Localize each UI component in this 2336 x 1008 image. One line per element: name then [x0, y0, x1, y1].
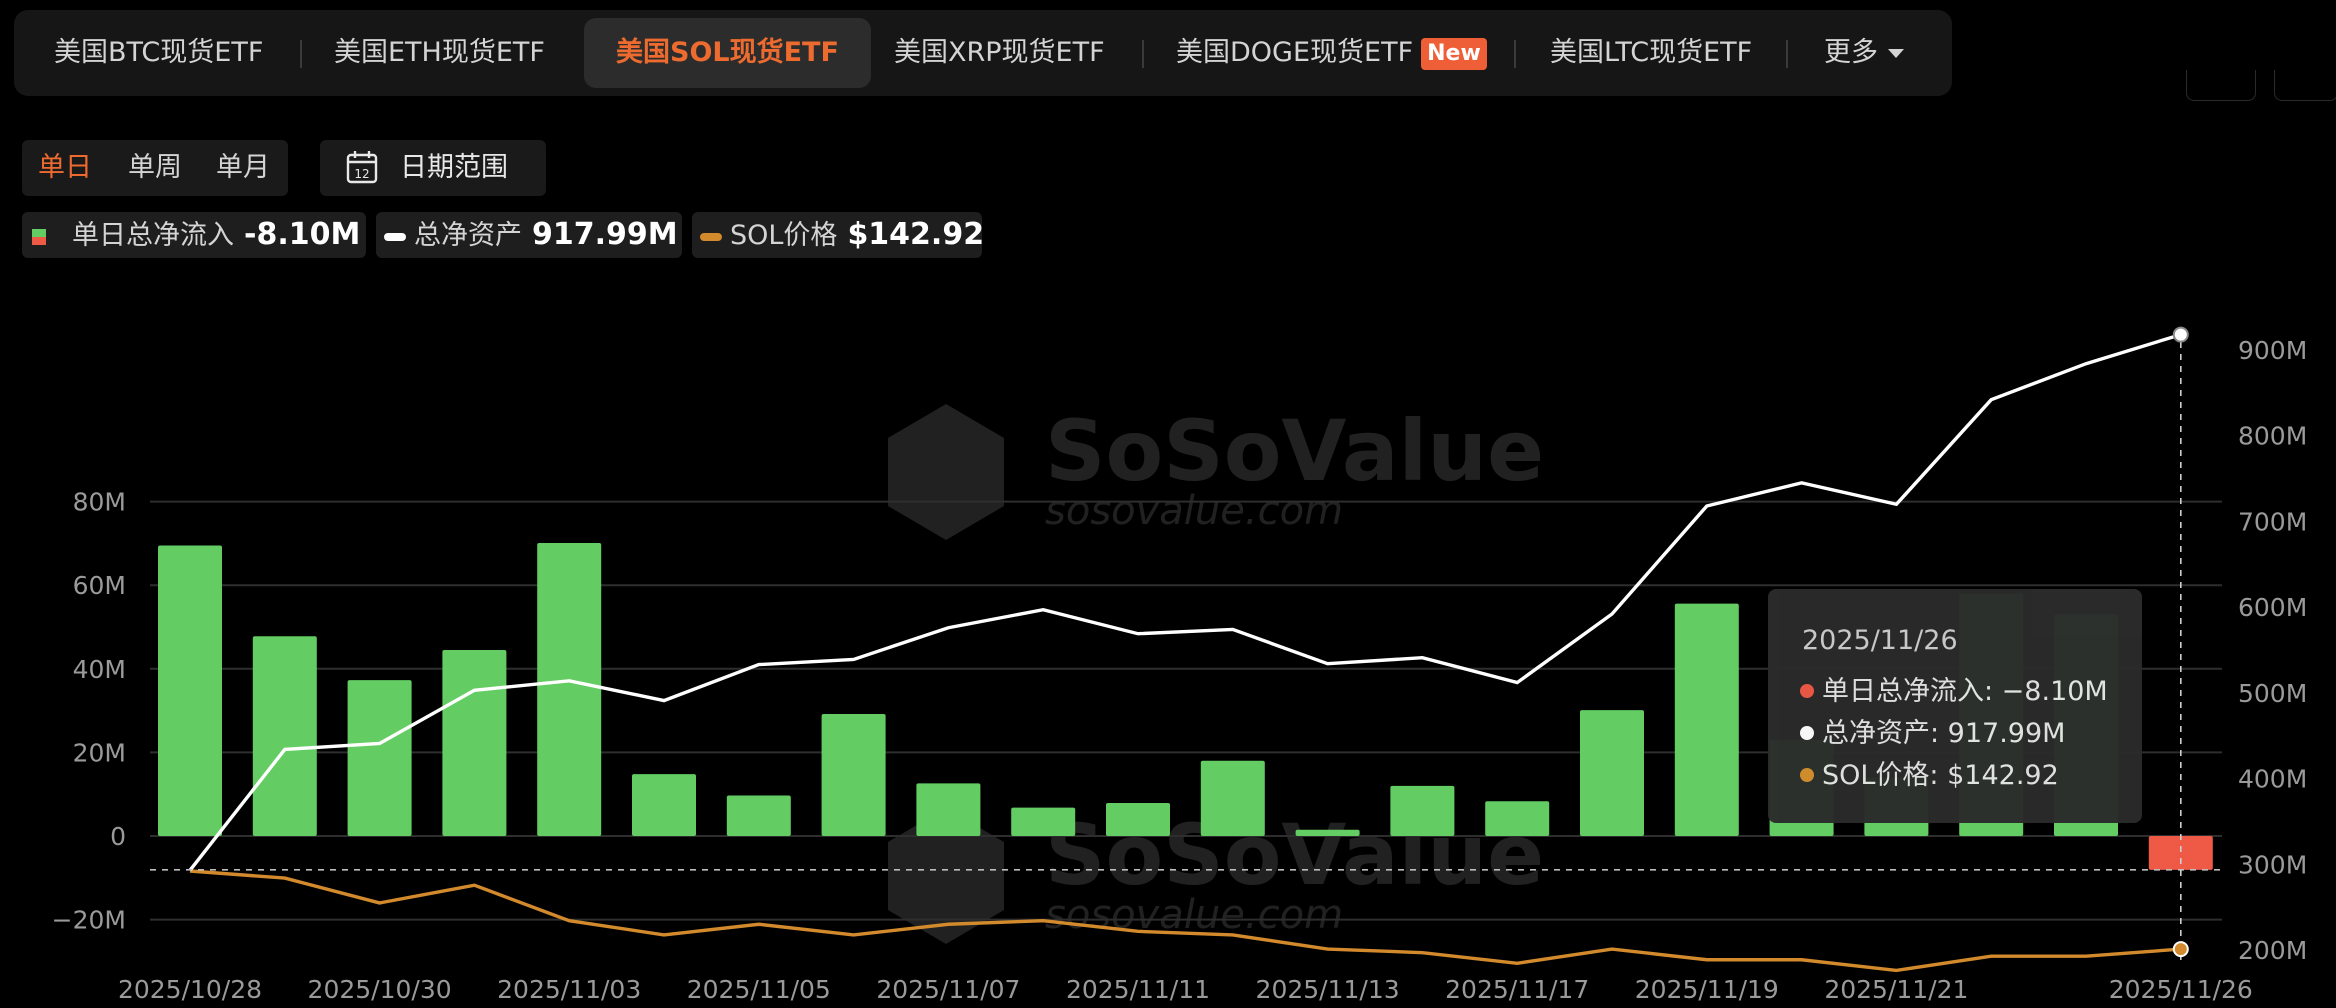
white-dot-icon [1800, 725, 1814, 740]
watermark-url: sosovalue.com [1045, 892, 1343, 938]
tooltip-price: SOL价格: $142.92 [1800, 753, 2059, 792]
inflow-bar [1580, 710, 1644, 836]
watermark: SoSoValuesosovalue.comSoSoValuesosovalue… [888, 402, 1544, 944]
tooltip-inflow-text: 单日总净流入: −8.10M [1822, 676, 2108, 707]
x-axis-tick: 2025/10/30 [308, 975, 452, 1004]
inflow-bar [1390, 785, 1455, 836]
x-axis-tick: 2025/11/03 [497, 975, 641, 1004]
right-axis-tick: 700M [2238, 507, 2307, 536]
right-axis-tick: 600M [2238, 593, 2307, 622]
x-axis-tick: 2025/11/07 [876, 975, 1020, 1004]
inflow-bar [158, 545, 222, 836]
price-marker [2172, 941, 2189, 958]
tooltip-price-text: SOL价格: $142.92 [1822, 760, 2059, 791]
watermark-brand: SoSoValue [1045, 402, 1544, 500]
inflow-bar [2148, 836, 2213, 870]
x-axis-tick: 2025/11/11 [1066, 975, 1210, 1004]
inflow-bar [1106, 802, 1170, 836]
etf-flow-chart: SoSoValuesosovalue.comSoSoValuesosovalue… [52, 326, 2307, 1004]
x-axis-tick: 2025/11/26 [2109, 975, 2253, 1004]
inflow-bar [1200, 760, 1265, 836]
inflow-bar [1295, 829, 1360, 836]
watermark-url: sosovalue.com [1045, 488, 1343, 534]
inflow-bar [726, 795, 791, 836]
left-axis-tick: 80M [73, 488, 126, 517]
inflow-bar [916, 783, 981, 836]
chart-tooltip: 2025/11/26 单日总净流入: −8.10M 总净资产: 917.99M … [1768, 589, 2142, 823]
inflow-bar [1674, 603, 1739, 836]
watermark-logo-icon [888, 404, 1004, 540]
x-axis-tick: 2025/11/19 [1635, 975, 1779, 1004]
tooltip-assets-text: 总净资产: 917.99M [1822, 718, 2066, 749]
inflow-bar [1485, 801, 1550, 836]
right-axis-tick: 800M [2238, 422, 2307, 451]
x-axis-tick: 2025/11/05 [687, 975, 831, 1004]
inflow-bar [537, 542, 602, 836]
left-axis-tick: 60M [73, 571, 126, 600]
inflow-bar [821, 713, 886, 836]
right-axis-tick: 400M [2238, 765, 2307, 794]
right-axis-tick: 500M [2238, 679, 2307, 708]
watermark-copy: SoSoValuesosovalue.com [888, 402, 1544, 540]
red-dot-icon [1800, 683, 1814, 698]
asset-marker [2172, 326, 2189, 343]
x-axis-tick: 2025/11/21 [1824, 975, 1968, 1004]
right-axis-tick: 300M [2238, 850, 2307, 879]
left-axis-tick: 20M [73, 738, 126, 767]
left-axis-tick: 0 [110, 822, 126, 851]
inflow-bar [347, 680, 412, 836]
inflow-bar [252, 636, 317, 836]
right-axis-tick: 900M [2238, 336, 2307, 365]
x-axis-tick: 2025/10/28 [118, 975, 262, 1004]
x-axis-tick: 2025/11/17 [1445, 975, 1589, 1004]
inflow-bar [442, 649, 507, 836]
right-axis-tick: 200M [2238, 936, 2307, 965]
tooltip-assets: 总净资产: 917.99M [1800, 711, 2065, 750]
tooltip-date: 2025/11/26 [1802, 625, 1958, 656]
left-axis-tick: −20M [52, 906, 126, 935]
inflow-bar [1011, 807, 1076, 836]
x-axis-tick: 2025/11/13 [1256, 975, 1400, 1004]
inflow-bar [632, 774, 696, 836]
tooltip-inflow: 单日总净流入: −8.10M [1800, 669, 2108, 708]
orange-dot-icon [1800, 767, 1814, 782]
left-axis-tick: 40M [73, 655, 126, 684]
